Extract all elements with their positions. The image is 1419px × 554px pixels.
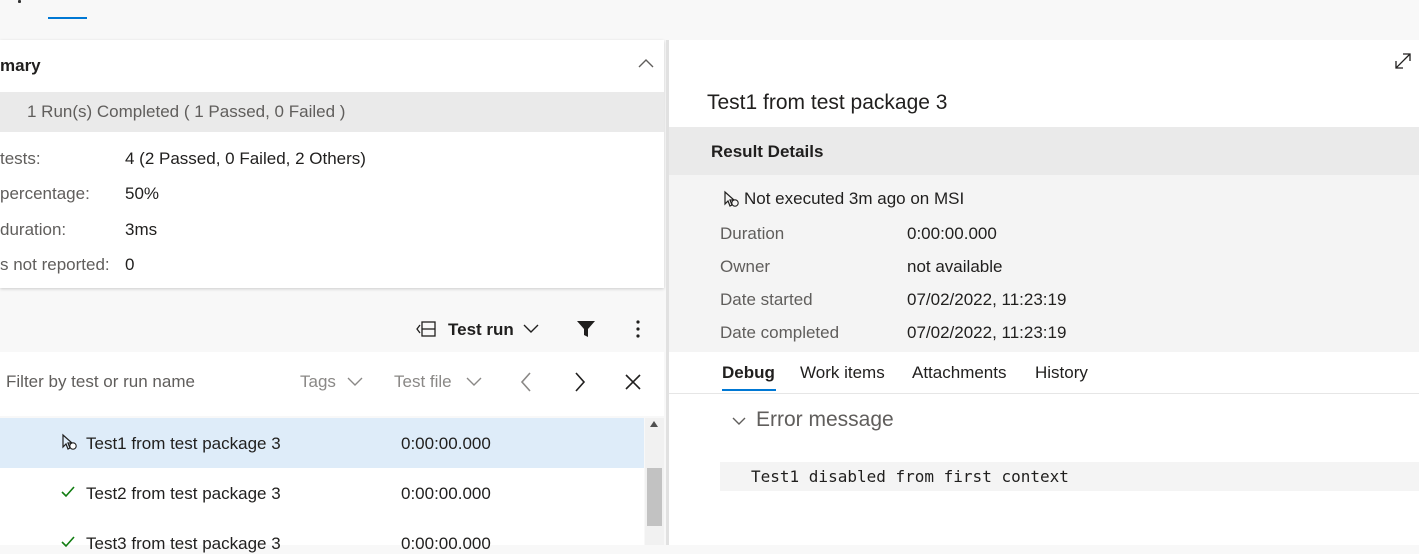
detail-label-owner: Owner [720,257,771,276]
stat-value-total-tests: 4 (2 Passed, 0 Failed, 2 Others) [125,149,366,168]
stat-label-pass-percentage: percentage: [0,184,90,203]
top-tab-bar [0,0,1419,40]
test-file-dropdown[interactable]: Test file [394,372,452,392]
stat-label-not-reported: s not reported: [0,255,110,274]
detail-value-owner: not available [907,257,1003,276]
chevron-up-icon[interactable] [636,54,656,74]
tab-fragment [18,0,21,3]
active-tab-indicator [48,17,87,19]
test-name: Test3 from test package 3 [86,534,281,553]
scrollbar-thumb[interactable] [647,468,662,526]
tabs-divider [669,393,1419,394]
result-status-text: Not executed 3m ago on MSI [744,189,965,208]
error-message-toggle[interactable]: Error message [756,408,894,432]
results-toolbar [0,305,664,353]
chevron-down-icon[interactable] [731,413,747,429]
expand-icon[interactable] [1392,50,1414,72]
detail-label-date-started: Date started [720,290,813,309]
test-duration: 0:00:00.000 [401,534,491,553]
chevron-down-icon[interactable] [522,322,540,336]
error-message-text: Test1 disabled from first context [751,467,1069,486]
active-tab-indicator [722,389,776,391]
scroll-up-icon[interactable] [649,420,659,428]
detail-label-date-completed: Date completed [720,323,840,342]
close-icon[interactable] [622,370,644,394]
test-duration: 0:00:00.000 [401,484,491,503]
test-duration: 0:00:00.000 [401,434,491,453]
stat-label-duration: duration: [0,220,67,239]
not-executed-icon [724,190,739,207]
more-options-icon[interactable] [630,318,646,340]
group-by-button[interactable]: Test run [448,320,514,340]
stat-label-total-tests: tests: [0,149,41,168]
group-by-icon[interactable] [416,320,436,338]
stat-value-duration: 3ms [125,220,158,239]
filter-icon[interactable] [575,318,597,340]
result-title: Test1 from test package 3 [707,91,948,114]
run-summary-text: 1 Run(s) Completed ( 1 Passed, 0 Failed … [27,102,346,121]
checkmark-icon [61,536,75,548]
stat-value-pass-percentage: 50% [125,184,160,203]
chevron-down-icon[interactable] [346,375,364,389]
detail-label-duration: Duration [720,224,785,243]
tab-attachments[interactable]: Attachments [912,363,1007,383]
result-details-title: Result Details [711,142,824,161]
filter-input[interactable] [0,366,286,398]
detail-value-date-completed: 07/02/2022, 11:23:19 [907,323,1067,342]
stat-value-not-reported: 0 [125,255,135,274]
test-name: Test1 from test package 3 [86,434,281,453]
chevron-left-icon[interactable] [515,370,537,394]
chevron-right-icon[interactable] [569,370,591,394]
detail-value-date-started: 07/02/2022, 11:23:19 [907,290,1067,309]
not-executed-icon [62,433,77,450]
checkmark-icon [61,486,75,498]
chevron-down-icon[interactable] [465,375,483,389]
detail-value-duration: 0:00:00.000 [907,224,997,243]
summary-title: mary [0,56,41,75]
test-name: Test2 from test package 3 [86,484,281,503]
tab-work-items[interactable]: Work items [800,363,885,383]
tab-debug[interactable]: Debug [722,363,775,383]
tab-history[interactable]: History [1035,363,1088,383]
tags-dropdown[interactable]: Tags [300,372,336,392]
